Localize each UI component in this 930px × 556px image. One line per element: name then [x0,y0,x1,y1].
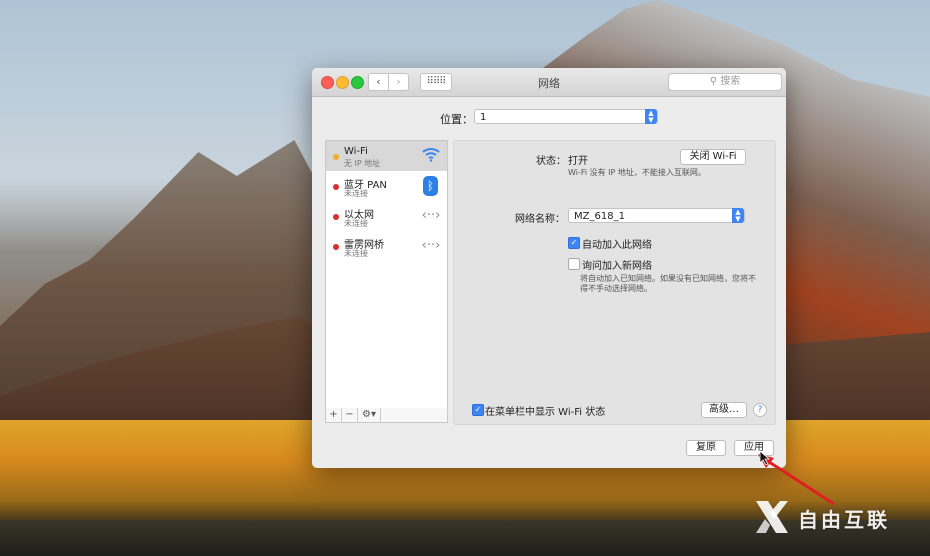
remove-service-button[interactable]: − [342,408,358,422]
ask-join-label: 询问加入新网络 [582,261,652,272]
service-item-bluetooth-pan[interactable]: 蓝牙 PAN 未连接 ᛒ [326,171,447,201]
advanced-button[interactable]: 高级… [701,402,747,418]
status-dot-red [333,214,339,220]
status-dot-yellow [333,154,339,160]
search-field[interactable]: ⚲ 搜索 [668,73,782,91]
wifi-icon [421,146,441,166]
add-service-button[interactable]: + [326,408,342,422]
auto-join-label: 自动加入此网络 [582,240,652,251]
search-placeholder: 搜索 [720,76,741,87]
auto-join-checkbox[interactable]: ✓ [568,237,580,249]
location-select[interactable]: 1 ▲ ▼ [474,109,658,124]
network-name-value: MZ_618_1 [574,211,625,222]
ask-join-checkbox[interactable] [568,258,580,270]
location-label: 位置： [440,113,473,126]
service-status: 未连接 [344,189,368,198]
ethernet-icon: ‹··› [421,208,441,223]
watermark-logo-icon [756,501,788,533]
status-label: 状态： [536,156,566,167]
service-item-wifi[interactable]: Wi-Fi 无 IP 地址 [326,141,447,171]
network-name-label: 网络名称： [515,214,565,225]
location-value: 1 [480,112,487,123]
status-value: 打开 [568,156,588,167]
service-status: 无 IP 地址 [344,159,381,168]
show-menu-checkbox[interactable]: ✓ [472,404,484,416]
turn-off-wifi-button[interactable]: 关闭 Wi-Fi [680,149,746,165]
service-list-toolbar: + − ⚙▾ [325,408,448,423]
chevron-updown-icon: ▲ ▼ [645,109,657,124]
search-icon: ⚲ [709,76,721,87]
status-dot-red [333,244,339,250]
ask-join-note: 将自动加入已知网络。如果没有已知网络，您将不得不手动选择网络。 [580,274,756,293]
service-status: 未连接 [344,219,368,228]
network-preferences-window: ‹ › ⠿⠿⠿ 网络 ⚲ 搜索 位置： 1 ▲ ▼ Wi-Fi 无 IP 地址 蓝… [312,68,786,468]
service-name: Wi-Fi [344,146,368,157]
show-menu-label: 在菜单栏中显示 Wi-Fi 状态 [485,407,606,418]
status-dot-red [333,184,339,190]
service-item-thunderbolt-bridge[interactable]: 雷雳网桥 未连接 ‹··› [326,231,447,261]
revert-button[interactable]: 复原 [686,440,726,456]
bluetooth-icon: ᛒ [423,176,438,196]
help-button[interactable]: ? [753,403,767,417]
mouse-pointer-icon [760,451,770,465]
network-name-select[interactable]: MZ_618_1 ▲ ▼ [568,208,745,223]
service-list: Wi-Fi 无 IP 地址 蓝牙 PAN 未连接 ᛒ 以太网 未连接 ‹··› … [325,140,448,410]
status-description: Wi-Fi 没有 IP 地址，不能接入互联网。 [568,168,706,177]
chevron-updown-icon: ▲ ▼ [732,208,744,223]
service-status: 未连接 [344,249,368,258]
watermark-text: 自由互联 [798,508,890,532]
gear-icon[interactable]: ⚙▾ [358,408,381,422]
title-bar: ‹ › ⠿⠿⠿ 网络 ⚲ 搜索 [312,68,786,97]
service-item-ethernet[interactable]: 以太网 未连接 ‹··› [326,201,447,231]
thunderbolt-bridge-icon: ‹··› [421,238,441,253]
